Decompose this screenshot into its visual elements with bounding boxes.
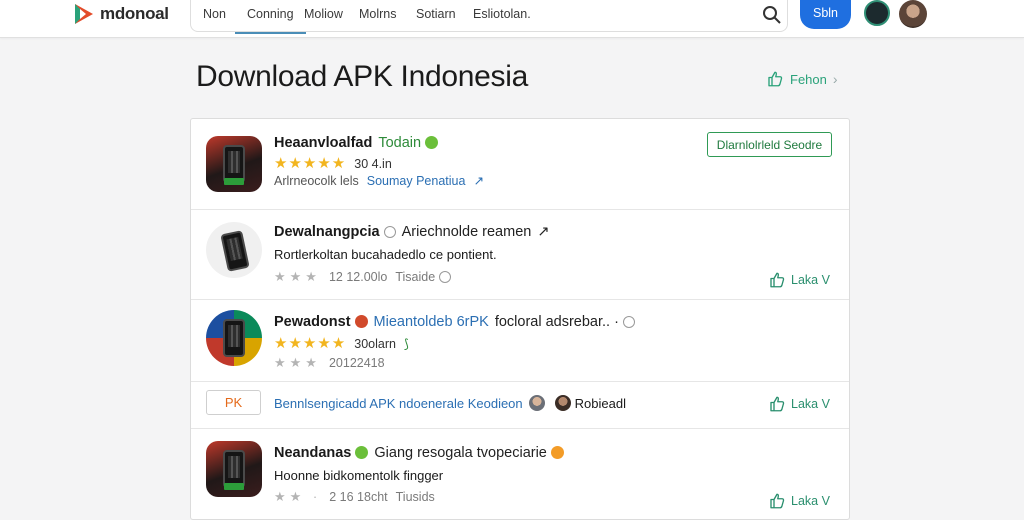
banner-text[interactable]: Bennlsengicadd APK ndoenerale Keodieon Ro… [274,395,626,411]
app-icon [206,136,262,192]
nav-tabs: Non Conning Moliow Molrns Sotiarn Esliot… [190,0,788,34]
phone-icon [220,230,250,272]
nav-tab-non[interactable]: Non [203,7,226,21]
list-item[interactable]: Neandanas Giang resogala tvopeciarie Ноon… [191,429,849,519]
app-subtitle: Giang resogala tvopeciarie [374,445,547,461]
list-item[interactable]: Pewadonst Mieantoldeb 6rPK focloral adsreb… [191,300,849,382]
sign-in-button[interactable]: Sbln [800,0,851,29]
nav-tab-molrns[interactable]: Molrns [359,7,397,21]
app-icon [206,441,262,497]
app-list: Heaanvloalfad Todain ★★★★★ 30 4.in Arlrneo… [190,118,850,520]
app-title: Dewalnangpcia Ariechnolde reamen ↗ [274,224,550,240]
rating: ★★ · 2 16 18cht Tiusids [274,489,435,504]
verified-icon [425,136,439,149]
page-title: Download APK Indonesia [196,60,528,93]
external-link-icon: ↗ [537,224,550,240]
star-rating-icon: ★★★★★ [274,155,347,172]
follow-link[interactable]: Fehon › [766,70,838,88]
rating: ★★★★★ 30 4.in [274,155,392,172]
app-title: Neandanas Giang resogala tvopeciarie [274,445,564,461]
star-rating-icon: ★★★ [274,269,321,284]
app-subtitle: Todain [378,135,422,151]
nav-tab-esliotolan[interactable]: Esliotolan. [473,7,531,21]
thumbs-up-icon [770,272,785,288]
app-subtitle: Ariechnolde reamen [401,224,532,240]
app-title: Pewadonst Mieantoldeb 6rPK focloral adsreb… [274,314,635,330]
info-icon [439,271,452,283]
app-switcher-icon[interactable] [864,0,890,26]
rating: ★★★★★ 30olarn ⟆ [274,335,409,352]
site-logo[interactable]: mdonoal [72,3,169,25]
like-button[interactable]: Laka V [768,395,830,413]
info-icon [622,316,635,328]
nav-tab-conning[interactable]: Conning [235,7,306,34]
app-badge [224,178,244,185]
publisher-link[interactable]: Soumay Penatiua [367,174,466,188]
app-icon [206,222,262,278]
app-description: Ноonne bidkomentolk fingger [274,468,444,483]
top-bar: mdonoal Non Conning Moliow Molrns Sotiar… [0,0,1024,38]
promo-banner[interactable]: PK Bennlsengicadd APK ndoenerale Keodieo… [191,382,849,428]
app-subtitle: Mieantoldeb 6rPK [373,314,489,330]
thumbs-up-icon [770,396,785,412]
logo-text: mdonoal [100,4,169,23]
phone-icon [223,319,245,357]
follow-label: Fehon [790,71,827,87]
rating: ★★★ 12 12.00lo Tisaide [274,269,452,285]
download-button[interactable]: Dlarnlolrleld Seodre [707,132,832,157]
alert-icon [354,315,368,328]
external-link-icon: ↗ [473,174,484,188]
avatar [528,395,545,411]
chevron-right-icon: › [832,71,838,87]
apk-tag: PK [206,390,261,415]
nav-tab-sotiarn[interactable]: Sotiarn [416,7,456,21]
app-description: Rortlerkoltan bucahadedlo ce pontient. [274,247,497,262]
search-icon[interactable] [760,3,784,27]
thumbs-up-icon [768,71,783,87]
app-meta: ★★★ 20122418 [274,355,385,370]
emoji-icon [550,446,564,459]
like-button[interactable]: Laka V [768,492,830,510]
user-avatar[interactable] [899,0,927,28]
list-item[interactable]: Dewalnangpcia Ariechnolde reamen ↗ Rortler… [191,210,849,300]
app-title: Heaanvloalfad Todain [274,135,439,151]
avatar [554,395,571,411]
star-rating-icon: ★★★★★ [274,335,347,352]
thumbs-up-icon [770,493,785,509]
info-icon [383,226,396,238]
like-button[interactable]: Laka V [768,271,830,289]
nav-tab-moliow[interactable]: Moliow [304,7,343,21]
app-icon [206,310,262,366]
verified-icon [355,446,369,459]
list-item[interactable]: Heaanvloalfad Todain ★★★★★ 30 4.in Arlrneo… [191,119,849,209]
play-logo-icon [72,2,96,26]
app-meta: Arlrneocolk lels Soumay Penatiua ↗ [274,174,484,188]
star-rating-icon: ★★ · [274,489,322,504]
app-badge [224,483,244,490]
